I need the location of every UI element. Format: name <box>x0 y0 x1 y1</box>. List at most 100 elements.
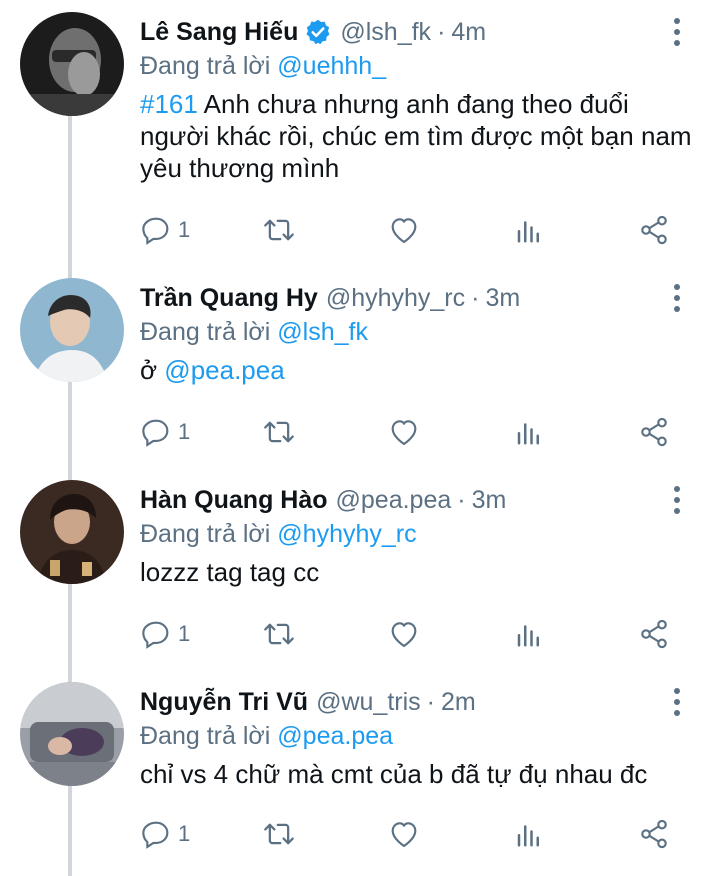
avatar[interactable] <box>20 12 124 116</box>
separator: · <box>437 17 446 46</box>
mention-link[interactable]: @pea.pea <box>164 355 284 385</box>
retweet-icon <box>264 623 294 645</box>
reply-icon <box>142 419 169 447</box>
handle[interactable]: @wu_tris <box>316 688 421 717</box>
analytics-icon <box>517 221 539 243</box>
handle[interactable]: @lsh_fk <box>340 18 431 47</box>
share-icon <box>641 819 667 849</box>
retweet-button[interactable] <box>262 616 296 652</box>
separator: · <box>426 687 435 716</box>
heart-icon <box>391 622 417 648</box>
separator: · <box>457 485 466 514</box>
replying-to-label: Đang trả lời <box>140 520 271 548</box>
tweet-2[interactable]: Trần Quang Hy @hyhyhy_rc · 3m Đang trả l… <box>0 266 718 466</box>
handle[interactable]: @hyhyhy_rc <box>326 284 465 313</box>
reply-mention-link[interactable]: @uehhh_ <box>277 52 386 80</box>
share-button[interactable] <box>638 414 670 450</box>
display-name[interactable]: Trần Quang Hy <box>140 284 318 313</box>
timestamp[interactable]: 4m <box>451 18 486 47</box>
analytics-button[interactable] <box>514 816 544 852</box>
tweet-actions: 1 <box>140 212 680 248</box>
retweet-icon <box>264 421 294 443</box>
analytics-button[interactable] <box>514 212 544 248</box>
retweet-icon <box>264 823 294 845</box>
tweet-header: Lê Sang Hiếu @lsh_fk · 4m <box>140 14 486 50</box>
tweet-4[interactable]: Nguyễn Tri Vũ @wu_tris · 2m Đang trả lời… <box>0 670 718 868</box>
analytics-icon <box>517 625 539 647</box>
display-name[interactable]: Nguyễn Tri Vũ <box>140 688 308 717</box>
replying-to: Đang trả lời @lsh_fk <box>140 318 368 347</box>
reply-mention-link[interactable]: @hyhyhy_rc <box>277 520 416 548</box>
replying-to-label: Đang trả lời <box>140 52 271 80</box>
replying-to: Đang trả lời @uehhh_ <box>140 52 386 81</box>
more-options-icon[interactable] <box>665 684 689 720</box>
retweet-icon <box>264 219 294 241</box>
tweet-body-text: ở <box>140 355 158 385</box>
more-options-icon[interactable] <box>665 14 689 50</box>
share-button[interactable] <box>638 816 670 852</box>
avatar[interactable] <box>20 278 124 382</box>
reply-icon <box>142 621 169 649</box>
like-button[interactable] <box>388 414 420 450</box>
replying-to-label: Đang trả lời <box>140 722 271 750</box>
timestamp[interactable]: 2m <box>441 688 476 717</box>
reply-count: 1 <box>178 821 191 846</box>
analytics-button[interactable] <box>514 414 544 450</box>
heart-icon <box>391 218 417 244</box>
verified-badge-icon <box>304 18 332 46</box>
tweet-3[interactable]: Hàn Quang Hào @pea.pea · 3m Đang trả lời… <box>0 468 718 668</box>
like-button[interactable] <box>388 816 420 852</box>
share-icon <box>641 619 667 649</box>
retweet-button[interactable] <box>262 414 296 450</box>
reply-button[interactable]: 1 <box>140 616 190 652</box>
tweet-text: chỉ vs 4 chữ mà cmt của b đã tự đụ nhau … <box>140 759 648 789</box>
analytics-button[interactable] <box>514 616 544 652</box>
share-button[interactable] <box>638 212 670 248</box>
tweet-header: Nguyễn Tri Vũ @wu_tris · 2m <box>140 684 476 720</box>
replying-to: Đang trả lời @pea.pea <box>140 722 393 751</box>
tweet-text: lozzz tag tag cc <box>140 557 320 587</box>
reply-count: 1 <box>178 217 191 242</box>
tweet-1[interactable]: Lê Sang Hiếu @lsh_fk · 4m Đang trả lời @… <box>0 0 718 264</box>
replying-to-label: Đang trả lời <box>140 318 271 346</box>
like-button[interactable] <box>388 212 420 248</box>
reply-count: 1 <box>178 621 191 646</box>
reply-mention-link[interactable]: @lsh_fk <box>277 318 368 346</box>
heart-icon <box>391 822 417 848</box>
heart-icon <box>391 420 417 446</box>
tweet-text: #161 Anh chưa nhưng anh đang theo đuổi n… <box>140 88 700 184</box>
hashtag-link[interactable]: #161 <box>140 89 198 119</box>
retweet-button[interactable] <box>262 816 296 852</box>
more-options-icon[interactable] <box>665 482 689 518</box>
more-options-icon[interactable] <box>665 280 689 316</box>
avatar[interactable] <box>20 682 124 786</box>
tweet-header: Trần Quang Hy @hyhyhy_rc · 3m <box>140 280 520 316</box>
handle[interactable]: @pea.pea <box>336 486 452 515</box>
reply-mention-link[interactable]: @pea.pea <box>277 722 393 750</box>
share-button[interactable] <box>638 616 670 652</box>
tweet-text: ở @pea.pea <box>140 354 700 386</box>
avatar[interactable] <box>20 480 124 584</box>
tweet-body-text: Anh chưa nhưng anh đang theo đuổi người … <box>140 89 692 183</box>
share-icon <box>641 215 667 245</box>
replying-to: Đang trả lời @hyhyhy_rc <box>140 520 417 549</box>
retweet-button[interactable] <box>262 212 296 248</box>
share-icon <box>641 417 667 447</box>
reply-button[interactable]: 1 <box>140 816 190 852</box>
analytics-icon <box>517 825 539 847</box>
timestamp[interactable]: 3m <box>485 284 520 313</box>
tweet-actions: 1 <box>140 414 680 450</box>
reply-button[interactable]: 1 <box>140 414 190 450</box>
like-button[interactable] <box>388 616 420 652</box>
reply-icon <box>142 217 169 245</box>
timestamp[interactable]: 3m <box>472 486 507 515</box>
analytics-icon <box>517 423 539 445</box>
display-name[interactable]: Lê Sang Hiếu <box>140 18 298 47</box>
tweet-actions: 1 <box>140 816 680 852</box>
reply-icon <box>142 821 169 849</box>
separator: · <box>471 283 480 312</box>
reply-count: 1 <box>178 419 191 444</box>
tweet-header: Hàn Quang Hào @pea.pea · 3m <box>140 482 506 518</box>
reply-button[interactable]: 1 <box>140 212 190 248</box>
display-name[interactable]: Hàn Quang Hào <box>140 486 328 515</box>
